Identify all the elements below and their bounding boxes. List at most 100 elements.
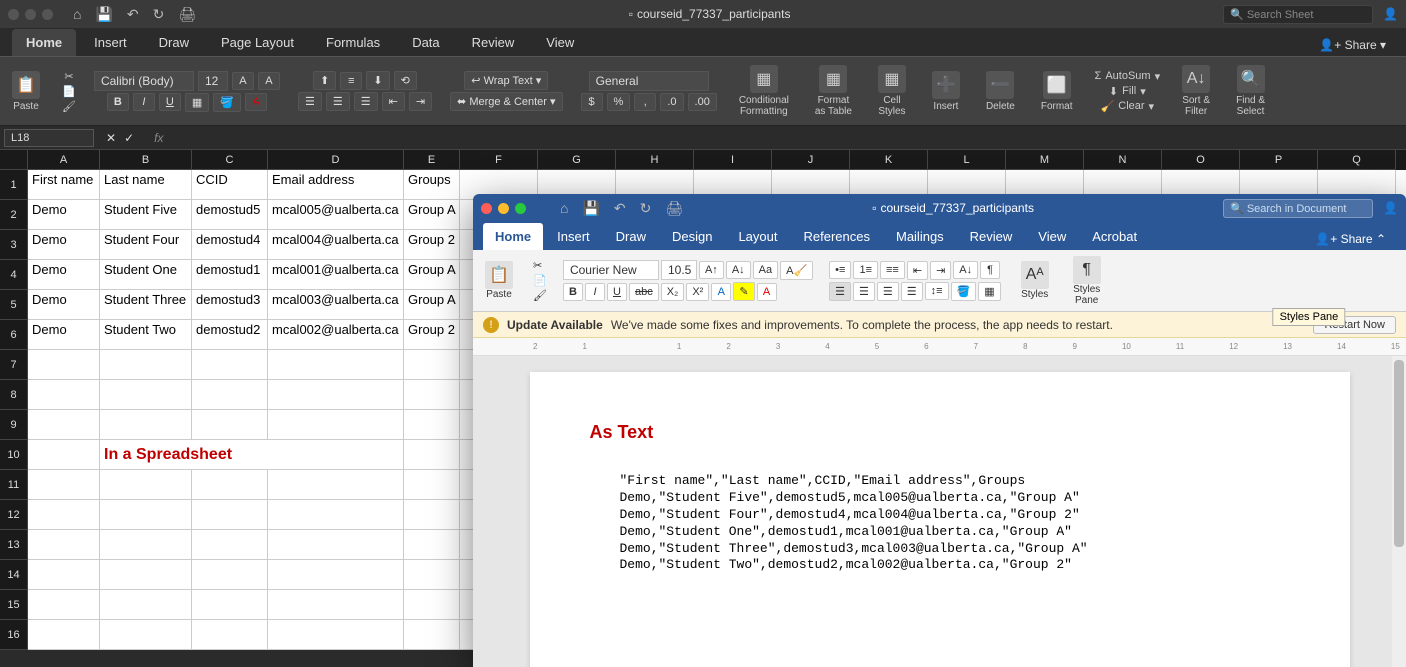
text-effects-button[interactable]: A	[711, 283, 731, 301]
word-tab-view[interactable]: View	[1026, 223, 1078, 250]
cell[interactable]: Demo	[28, 320, 100, 350]
row-header[interactable]: 2	[0, 200, 28, 230]
merge-center-button[interactable]: ⬌ Merge & Center ▾	[450, 92, 563, 111]
comma-button[interactable]: ,	[634, 93, 656, 111]
justify-button[interactable]: ☰	[901, 282, 923, 301]
cell[interactable]: Demo	[28, 230, 100, 260]
row-header[interactable]: 13	[0, 530, 28, 560]
column-header[interactable]: K	[850, 150, 928, 170]
cell[interactable]	[268, 620, 404, 650]
word-tab-layout[interactable]: Layout	[726, 223, 789, 250]
border-button[interactable]: ▦	[185, 93, 209, 112]
column-header[interactable]: L	[928, 150, 1006, 170]
multilevel-button[interactable]: ≡≡	[880, 261, 905, 279]
align-top-button[interactable]: ⬆	[313, 71, 336, 90]
indent-inc-button[interactable]: ⇥	[409, 92, 432, 111]
change-case-button[interactable]: Aa	[753, 261, 778, 279]
cell[interactable]	[404, 410, 460, 440]
cell[interactable]	[192, 380, 268, 410]
cell[interactable]: Groups	[404, 170, 460, 200]
currency-button[interactable]: $	[581, 93, 603, 111]
cell[interactable]: mcal004@ualberta.ca	[268, 230, 404, 260]
cell[interactable]	[192, 620, 268, 650]
decimal-inc-button[interactable]: .0	[660, 93, 683, 111]
cell[interactable]	[192, 410, 268, 440]
cell[interactable]	[268, 470, 404, 500]
align-center-button[interactable]: ☰	[326, 92, 350, 111]
row-header[interactable]: 8	[0, 380, 28, 410]
cell[interactable]	[100, 530, 192, 560]
row-header[interactable]: 10	[0, 440, 28, 470]
cut-icon[interactable]: ✂	[533, 259, 542, 272]
cell[interactable]	[192, 350, 268, 380]
cell[interactable]	[28, 560, 100, 590]
excel-tab-insert[interactable]: Insert	[80, 29, 141, 56]
save-icon[interactable]: 💾	[95, 6, 112, 23]
cell[interactable]	[192, 590, 268, 620]
copy-icon[interactable]: 📄	[533, 274, 547, 287]
font-size-select[interactable]: 12	[198, 71, 228, 91]
highlight-button[interactable]: ✎	[733, 282, 754, 301]
wrap-text-button[interactable]: ↩ Wrap Text ▾	[464, 71, 548, 90]
cell[interactable]	[268, 350, 404, 380]
cell[interactable]	[100, 350, 192, 380]
cell[interactable]	[100, 560, 192, 590]
column-header[interactable]: C	[192, 150, 268, 170]
cell[interactable]	[404, 350, 460, 380]
format-painter-icon[interactable]: 🖌	[533, 289, 547, 302]
home-icon[interactable]: ⌂	[560, 200, 568, 217]
cell[interactable]	[404, 440, 460, 470]
superscript-button[interactable]: X²	[686, 283, 709, 301]
redo-icon[interactable]: ↻	[640, 200, 652, 217]
row-header[interactable]: 4	[0, 260, 28, 290]
font-grow-button[interactable]: A↑	[699, 261, 724, 279]
column-header[interactable]: J	[772, 150, 850, 170]
cell[interactable]: demostud1	[192, 260, 268, 290]
format-cells-button[interactable]: ⬜Format	[1037, 67, 1077, 116]
select-all-corner[interactable]	[0, 150, 28, 170]
word-font-name-select[interactable]: Courier New	[563, 260, 659, 280]
strikethrough-button[interactable]: abc	[629, 283, 659, 301]
excel-search-input[interactable]: 🔍 Search Sheet	[1223, 5, 1373, 24]
cell[interactable]: Group 2	[404, 320, 460, 350]
cell[interactable]	[100, 500, 192, 530]
cell[interactable]	[404, 590, 460, 620]
document-area[interactable]: As Text "First name","Last name",CCID,"E…	[473, 356, 1406, 667]
conditional-formatting-button[interactable]: ▦Conditional Formatting	[735, 61, 793, 121]
undo-icon[interactable]: ↶	[127, 6, 139, 23]
cell[interactable]	[28, 500, 100, 530]
cell[interactable]	[404, 560, 460, 590]
align-right-button[interactable]: ☰	[354, 92, 378, 111]
cell[interactable]	[192, 500, 268, 530]
cell[interactable]: Student Four	[100, 230, 192, 260]
align-left-button[interactable]: ☰	[829, 282, 851, 301]
insert-cells-button[interactable]: ➕Insert	[928, 67, 964, 116]
column-header[interactable]: Q	[1318, 150, 1396, 170]
row-header[interactable]: 14	[0, 560, 28, 590]
row-header[interactable]: 7	[0, 350, 28, 380]
cell[interactable]: Email address	[268, 170, 404, 200]
cell[interactable]	[404, 380, 460, 410]
clear-formatting-button[interactable]: A🧹	[780, 261, 813, 280]
italic-button[interactable]: I	[585, 283, 605, 301]
undo-icon[interactable]: ↶	[614, 200, 626, 217]
cell[interactable]: First name	[28, 170, 100, 200]
row-header[interactable]: 1	[0, 170, 28, 200]
cell[interactable]: Student Two	[100, 320, 192, 350]
format-painter-icon[interactable]: 🖌	[62, 100, 76, 113]
font-color-button[interactable]: A	[757, 283, 777, 301]
row-header[interactable]: 15	[0, 590, 28, 620]
cell[interactable]	[28, 410, 100, 440]
row-header[interactable]: 5	[0, 290, 28, 320]
column-header[interactable]: P	[1240, 150, 1318, 170]
cell[interactable]	[100, 620, 192, 650]
percent-button[interactable]: %	[607, 93, 631, 111]
cell[interactable]	[28, 350, 100, 380]
excel-tab-formulas[interactable]: Formulas	[312, 29, 394, 56]
cell[interactable]: Student One	[100, 260, 192, 290]
format-as-table-button[interactable]: ▦Format as Table	[811, 61, 856, 121]
sort-filter-button[interactable]: A↓Sort & Filter	[1178, 61, 1214, 121]
bullets-button[interactable]: •≡	[829, 261, 851, 279]
word-tab-insert[interactable]: Insert	[545, 223, 602, 250]
word-font-size-select[interactable]: 10.5	[661, 260, 697, 280]
